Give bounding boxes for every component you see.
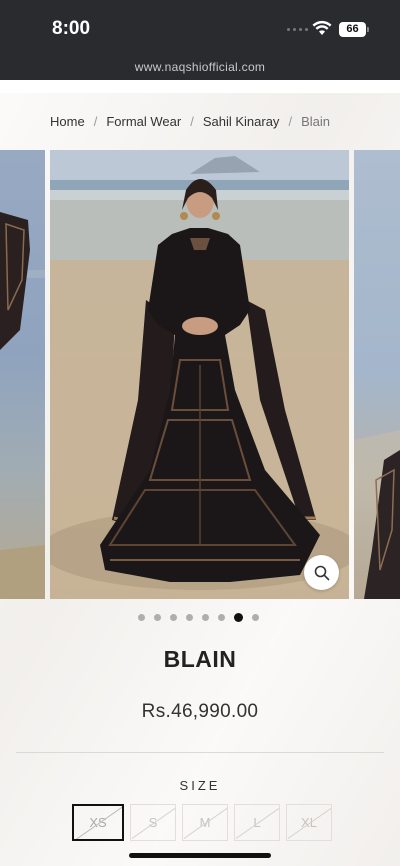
size-label: SIZE [179,778,221,793]
gallery-dot[interactable] [186,614,193,621]
gallery-dot-active[interactable] [234,613,243,622]
size-option-s[interactable]: S [130,804,176,841]
gallery-pagination [138,613,259,622]
search-icon [314,565,329,580]
size-option-xl[interactable]: XL [286,804,332,841]
product-image [50,150,349,599]
gallery-dot[interactable] [138,614,145,621]
sold-out-strike [287,807,331,839]
product-title: BLAIN [163,646,237,672]
breadcrumb-sahil-kinaray[interactable]: Sahil Kinaray [203,114,280,129]
battery-icon: 66 [339,22,366,37]
gallery-dot[interactable] [170,614,177,621]
status-time: 8:00 [52,18,91,39]
url-text: www.naqshiofficial.com [134,60,266,74]
status-bar: 8:00 66 [0,0,400,58]
gallery-dot[interactable] [252,614,259,621]
divider [16,752,384,753]
sold-out-strike [74,806,122,839]
battery-tip [367,27,369,32]
breadcrumb-home[interactable]: Home [50,114,85,129]
breadcrumb-separator: / [190,114,194,129]
breadcrumb-separator: / [288,114,293,129]
breadcrumb-separator: / [93,114,98,129]
wifi-icon [312,20,332,35]
gallery-slide-previous[interactable] [0,150,45,599]
home-indicator [129,853,271,858]
signal-icon [287,28,308,31]
gallery-slide-active[interactable] [50,150,349,599]
gallery-dot[interactable] [218,614,225,621]
gallery-dot[interactable] [202,614,209,621]
breadcrumb-current: Blain [301,114,330,129]
url-bar[interactable]: www.naqshiofficial.com [0,58,400,80]
product-price: Rs.46,990.00 [141,701,259,722]
product-image-next [354,430,400,599]
size-option-xs[interactable]: XS [72,804,124,841]
gallery-dot[interactable] [154,614,161,621]
sold-out-strike [235,807,279,839]
size-selector: XSSMLXL [72,804,332,841]
product-image-previous [0,212,45,599]
breadcrumb: Home / Formal Wear / Sahil Kinaray / Bla… [50,114,330,129]
breadcrumb-formal-wear[interactable]: Formal Wear [106,114,181,129]
header-strip [0,80,400,93]
size-option-m[interactable]: M [182,804,228,841]
zoom-button[interactable] [304,555,339,590]
sold-out-strike [131,807,175,839]
gallery-slide-next[interactable] [354,150,400,599]
product-gallery[interactable] [0,150,400,599]
sold-out-strike [183,807,227,839]
size-option-l[interactable]: L [234,804,280,841]
